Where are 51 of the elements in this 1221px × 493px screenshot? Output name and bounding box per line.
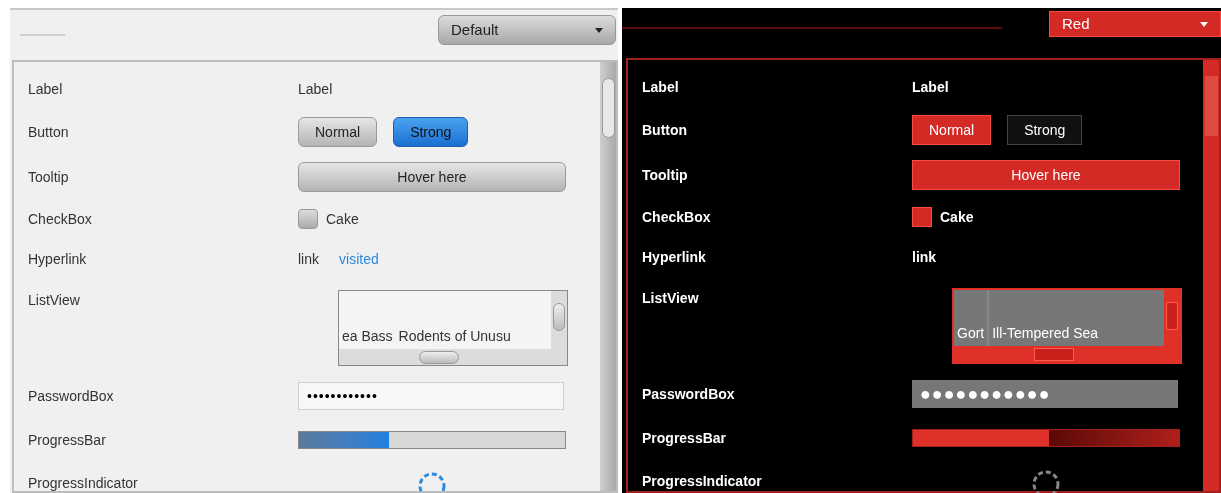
checkbox[interactable]	[298, 209, 318, 229]
hover-button[interactable]: Hover here	[912, 160, 1180, 190]
row-label: Tooltip	[641, 165, 689, 185]
vertical-scrollbar[interactable]	[600, 62, 616, 491]
push-button[interactable]: Normal	[912, 115, 992, 145]
checkbox-label: Cake	[940, 207, 974, 227]
horizontal-scrollbar[interactable]	[954, 346, 1164, 362]
row-label: Button	[641, 120, 689, 140]
row-label: CheckBox	[27, 209, 93, 229]
row-label: ProgressIndicator	[641, 471, 763, 491]
checkbox[interactable]	[912, 207, 932, 227]
vertical-scrollbar[interactable]	[1203, 60, 1219, 491]
row-label: ListView	[27, 291, 81, 310]
row-label: Label	[27, 79, 64, 99]
checkbox-label: Cake	[326, 209, 359, 229]
theme-dropdown[interactable]: Default	[438, 15, 616, 45]
row-label: Tooltip	[27, 167, 70, 187]
password-field[interactable]: ••••••••••••	[298, 382, 564, 410]
row-label: Button	[27, 122, 70, 142]
push-button[interactable]: Strong	[1007, 115, 1083, 145]
row-label: ListView	[641, 289, 700, 308]
row-label: ProgressBar	[27, 430, 107, 450]
dropdown-arrow-icon	[1200, 21, 1208, 27]
row-label: PasswordBox	[641, 384, 736, 404]
row-label: Hyperlink	[27, 249, 88, 269]
row-label: ProgressIndicator	[27, 473, 139, 493]
list-view[interactable]: ea Bass Rodents of Unusu	[338, 290, 568, 366]
row-label: PasswordBox	[27, 386, 115, 406]
list-item[interactable]: ea Bass	[339, 291, 396, 349]
list-item[interactable]: Rodents of Unusu	[395, 291, 514, 349]
push-button[interactable]: Normal	[298, 117, 378, 147]
theme-dropdown[interactable]: Red	[1049, 11, 1221, 37]
horizontal-scrollbar[interactable]	[339, 349, 551, 365]
row-label: ProgressBar	[641, 428, 728, 448]
hover-button[interactable]: Hover here	[298, 162, 566, 192]
label-text: Label	[912, 77, 949, 97]
row-label: CheckBox	[641, 207, 712, 227]
row-label: Hyperlink	[641, 247, 707, 267]
vertical-scrollbar[interactable]	[1164, 290, 1180, 346]
hyperlink[interactable]: link	[298, 248, 319, 270]
spinner-icon	[416, 470, 448, 493]
list-view[interactable]: Gort Ill-Tempered Sea	[952, 288, 1182, 364]
push-button[interactable]: Strong	[393, 117, 469, 147]
row-label: Label	[641, 77, 680, 97]
spinner-icon	[1030, 468, 1062, 493]
dropdown-arrow-icon	[595, 27, 603, 33]
password-field[interactable]: ●●●●●●●●●●●	[912, 380, 1178, 408]
hyperlink[interactable]: link	[912, 246, 937, 268]
list-item[interactable]: Ill-Tempered Sea	[989, 290, 1102, 346]
vertical-scrollbar[interactable]	[551, 291, 567, 349]
label-text: Label	[298, 79, 333, 99]
